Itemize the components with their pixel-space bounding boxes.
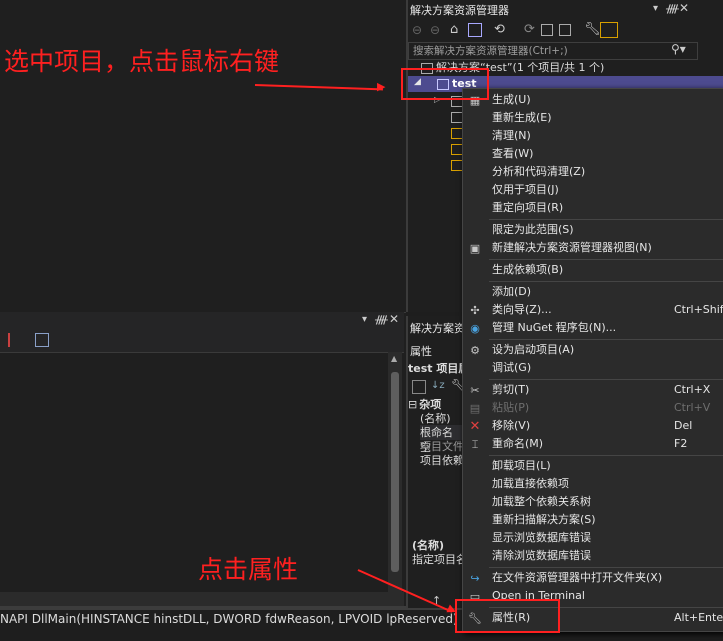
close-icon[interactable]: ✕: [679, 1, 689, 15]
word-wrap-icon[interactable]: [35, 333, 49, 347]
property-description-title: (名称): [412, 539, 445, 552]
show-all-files-icon[interactable]: [559, 24, 571, 36]
property-row[interactable]: (名称): [420, 411, 451, 426]
category-label: 杂项: [419, 398, 442, 411]
paste-icon: ▤: [469, 402, 481, 415]
menu-separator: [489, 259, 723, 260]
rename-icon: ⌶: [471, 438, 479, 451]
clear-all-icon[interactable]: [8, 333, 24, 347]
menu-item-cut[interactable]: ✂ 剪切(T) Ctrl+X: [463, 381, 723, 399]
pin-icon[interactable]: ᚎ: [666, 2, 679, 15]
wrench-icon[interactable]: 🔧︎: [584, 22, 601, 37]
collapse-all-icon[interactable]: [541, 24, 553, 36]
back-icon[interactable]: ⊖: [412, 23, 422, 37]
gear-icon: ⚙: [470, 344, 480, 357]
forward-icon[interactable]: ⊖: [430, 23, 440, 37]
property-row[interactable]: 根命名空: [420, 425, 462, 454]
scrollbar-thumb[interactable]: [391, 372, 399, 572]
nuget-icon: ◉: [470, 322, 480, 335]
close-icon[interactable]: ✕: [389, 312, 399, 326]
output-panel-toolbar: [0, 330, 404, 353]
switch-views-icon[interactable]: [468, 23, 482, 37]
menu-item-retarget[interactable]: 重定向项目(R): [463, 199, 723, 217]
menu-item-rename[interactable]: ⌶ 重命名(M) F2: [463, 435, 723, 453]
menu-item-load-direct-deps[interactable]: 加载直接依赖项: [463, 475, 723, 493]
menu-item-paste[interactable]: ▤ 粘贴(P) Ctrl+V: [463, 399, 723, 417]
menu-item-rebuild[interactable]: 重新生成(E): [463, 109, 723, 127]
menu-item-clear-db-errors[interactable]: 清除浏览数据库错误: [463, 547, 723, 565]
annotation-click-properties: 点击属性: [198, 555, 299, 584]
annotation-box-project: [401, 68, 489, 100]
annotation-select-project: 选中项目，点击鼠标右键: [4, 47, 280, 76]
menu-item-unload-project[interactable]: 卸载项目(L): [463, 457, 723, 475]
horizontal-scrollbar[interactable]: [0, 592, 404, 606]
annotation-box-properties: [455, 599, 560, 633]
categorized-icon[interactable]: [412, 380, 426, 394]
scissors-icon: ✂: [470, 384, 480, 397]
output-panel-header: ▾ ᚎ ✕: [0, 312, 404, 330]
code-line: NAPI DllMain(HINSTANCE hinstDLL, DWORD f…: [0, 612, 470, 626]
menu-item-remove[interactable]: ✕ 移除(V) Del: [463, 417, 723, 435]
menu-item-add[interactable]: 添加(D): [463, 283, 723, 301]
sync-icon[interactable]: ⟳: [524, 22, 535, 37]
menu-separator: [489, 339, 723, 340]
alphabetical-icon[interactable]: ↓z: [431, 380, 445, 391]
search-input[interactable]: 搜索解决方案资源管理器(Ctrl+;): [408, 42, 698, 60]
menu-separator: [489, 281, 723, 282]
menu-item-analyze[interactable]: 分析和代码清理(Z): [463, 163, 723, 181]
menu-item-clean[interactable]: 清理(N): [463, 127, 723, 145]
menu-item-debug[interactable]: 调试(G): [463, 359, 723, 377]
property-description-text: 指定项目名: [412, 553, 467, 566]
menu-separator: [489, 455, 723, 456]
new-view-icon: ▣: [469, 242, 481, 255]
preview-icon[interactable]: [600, 22, 618, 38]
properties-header: 属性: [410, 345, 432, 358]
scroll-up-icon[interactable]: ▲: [391, 354, 397, 363]
menu-item-set-startup[interactable]: ⚙ 设为启动项目(A): [463, 341, 723, 359]
menu-item-view[interactable]: 查看(W): [463, 145, 723, 163]
menu-item-class-wizard[interactable]: ✣类向导(Z)...Ctrl+Shift+: [463, 301, 723, 319]
home-icon[interactable]: ⌂: [450, 22, 458, 37]
menu-item-open-in-explorer[interactable]: ↪ 在文件资源管理器中打开文件夹(X): [463, 569, 723, 587]
menu-item-manage-nuget[interactable]: ◉ 管理 NuGet 程序包(N)...: [463, 319, 723, 337]
collapse-icon[interactable]: ⊟: [408, 398, 417, 411]
pin-icon[interactable]: ᚎ: [375, 313, 388, 326]
chevron-down-icon[interactable]: ▾: [362, 314, 367, 325]
menu-item-new-view[interactable]: ▣ 新建解决方案资源管理器视图(N): [463, 239, 723, 257]
pending-changes-icon[interactable]: ⟲: [494, 22, 505, 37]
menu-separator: [489, 219, 723, 220]
remove-icon: ✕: [469, 419, 481, 434]
chevron-down-icon[interactable]: ▾: [653, 3, 658, 14]
arrow-head-icon: ▶: [377, 80, 386, 93]
open-folder-icon: ↪: [470, 572, 480, 585]
solution-explorer-toolbar: ⊖ ⊖ ⌂ ⟲ ⟳ 🔧︎: [408, 20, 708, 42]
properties-object[interactable]: test 项目属: [408, 361, 469, 376]
solution-explorer-title: 解决方案资源管理器: [410, 4, 509, 17]
property-row[interactable]: 项目依赖: [420, 453, 464, 468]
context-menu: ▦ 生成(U) 重新生成(E) 清理(N) 查看(W) 分析和代码清理(Z) 仅用…: [462, 88, 723, 632]
search-icon[interactable]: ⚲▾: [671, 42, 686, 56]
menu-item-project-only[interactable]: 仅用于项目(J): [463, 181, 723, 199]
menu-item-load-dep-tree[interactable]: 加载整个依赖关系树: [463, 493, 723, 511]
menu-separator: [489, 567, 723, 568]
menu-item-scope-to-this[interactable]: 限定为此范围(S): [463, 221, 723, 239]
property-row[interactable]: 项目文件: [420, 439, 464, 454]
menu-item-build[interactable]: ▦ 生成(U): [463, 91, 723, 109]
menu-item-build-dependencies[interactable]: 生成依赖项(B): [463, 261, 723, 279]
properties-pane-title: 解决方案资: [410, 322, 465, 335]
menu-separator: [489, 379, 723, 380]
menu-item-show-db-errors[interactable]: 显示浏览数据库错误: [463, 529, 723, 547]
class-wizard-icon: ✣: [470, 304, 480, 317]
menu-item-rescan-solution[interactable]: 重新扫描解决方案(S): [463, 511, 723, 529]
property-category[interactable]: ⊟ 杂项: [408, 397, 441, 412]
